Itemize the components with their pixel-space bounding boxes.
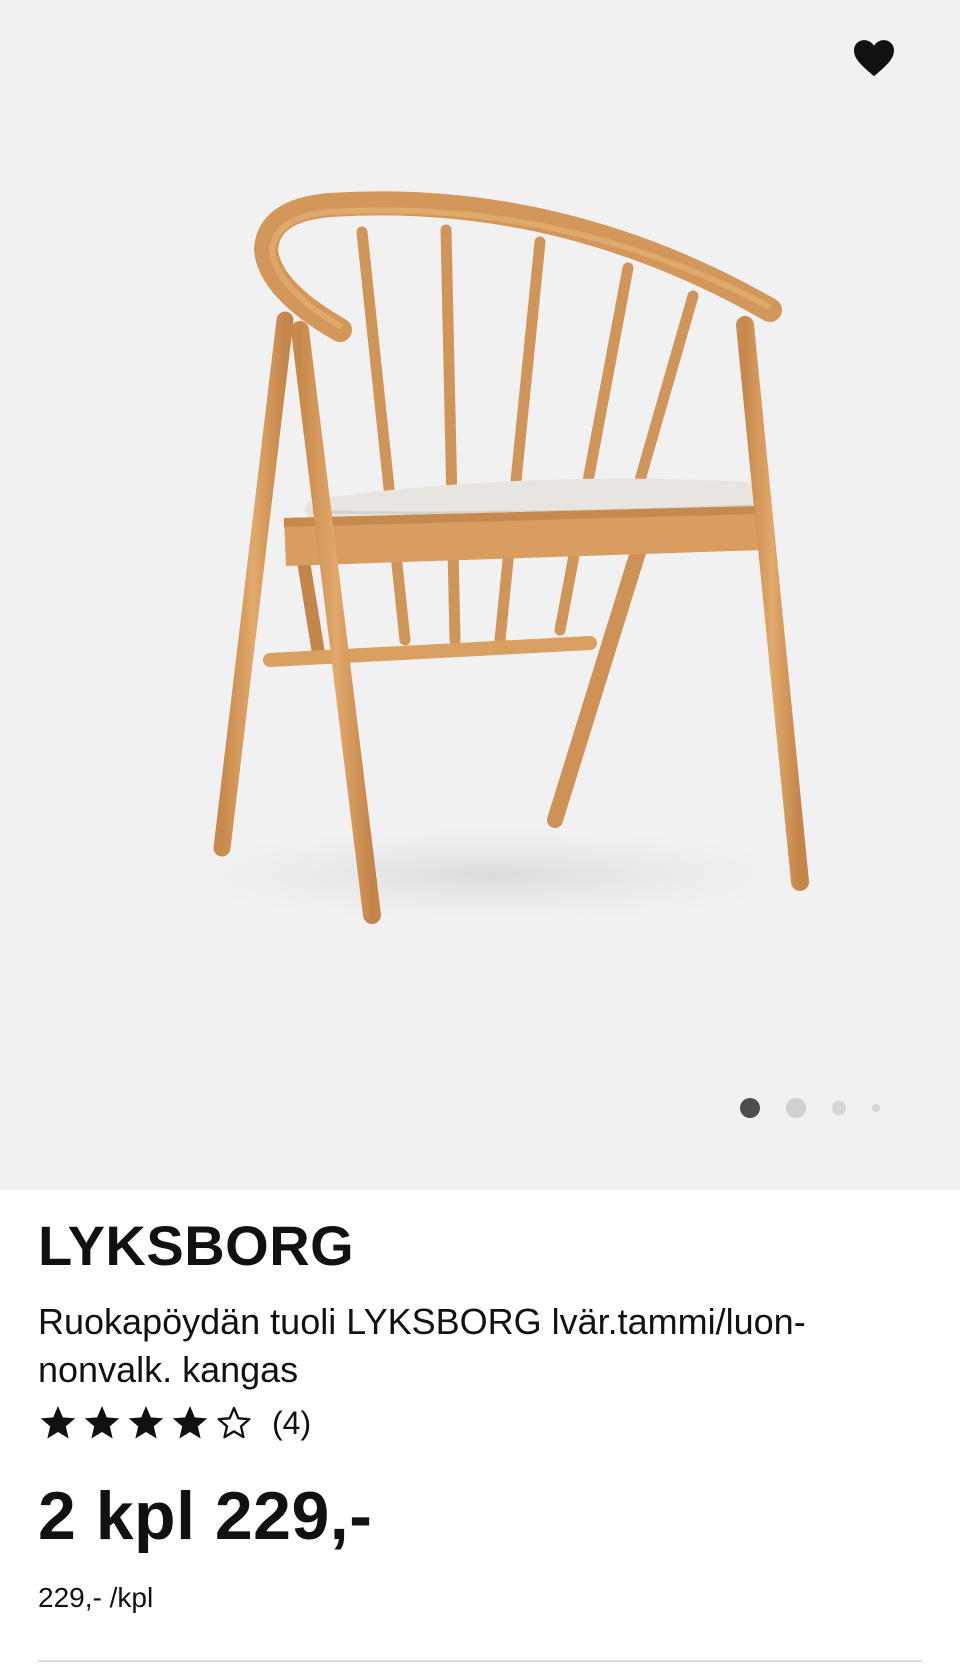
star-filled-icon: [40, 1406, 76, 1439]
rating-stars: [38, 1403, 258, 1443]
heart-icon: [854, 40, 894, 77]
unit-price: 229,- /kpl: [38, 1582, 154, 1613]
gallery-dot-1-active[interactable]: [740, 1098, 760, 1118]
product-page: LYKSBORG Ruokapöydän tuoli LYKSBORG lvär…: [0, 0, 960, 1670]
product-brand-title: LYKSBORG: [38, 1214, 355, 1277]
product-image: [130, 191, 850, 930]
product-price: 2 kpl 229,-: [38, 1478, 373, 1554]
favorite-button[interactable]: [844, 28, 904, 88]
star-filled-icon: [172, 1406, 208, 1439]
rating-count: (4): [272, 1404, 312, 1441]
gallery-dot-3[interactable]: [832, 1101, 846, 1115]
product-image-gallery[interactable]: [0, 0, 960, 1190]
product-description: Ruokapöydän tuoli LYKSBORG lvär.tammi/lu…: [38, 1301, 806, 1390]
section-divider: [38, 1660, 922, 1662]
star-outline-icon: [217, 1406, 251, 1439]
gallery-dot-4[interactable]: [872, 1104, 880, 1112]
star-filled-icon: [84, 1406, 120, 1439]
star-filled-icon: [128, 1406, 164, 1439]
gallery-dot-2[interactable]: [786, 1098, 806, 1118]
gallery-pagination: [740, 1096, 880, 1120]
product-rating[interactable]: (4): [38, 1400, 311, 1446]
